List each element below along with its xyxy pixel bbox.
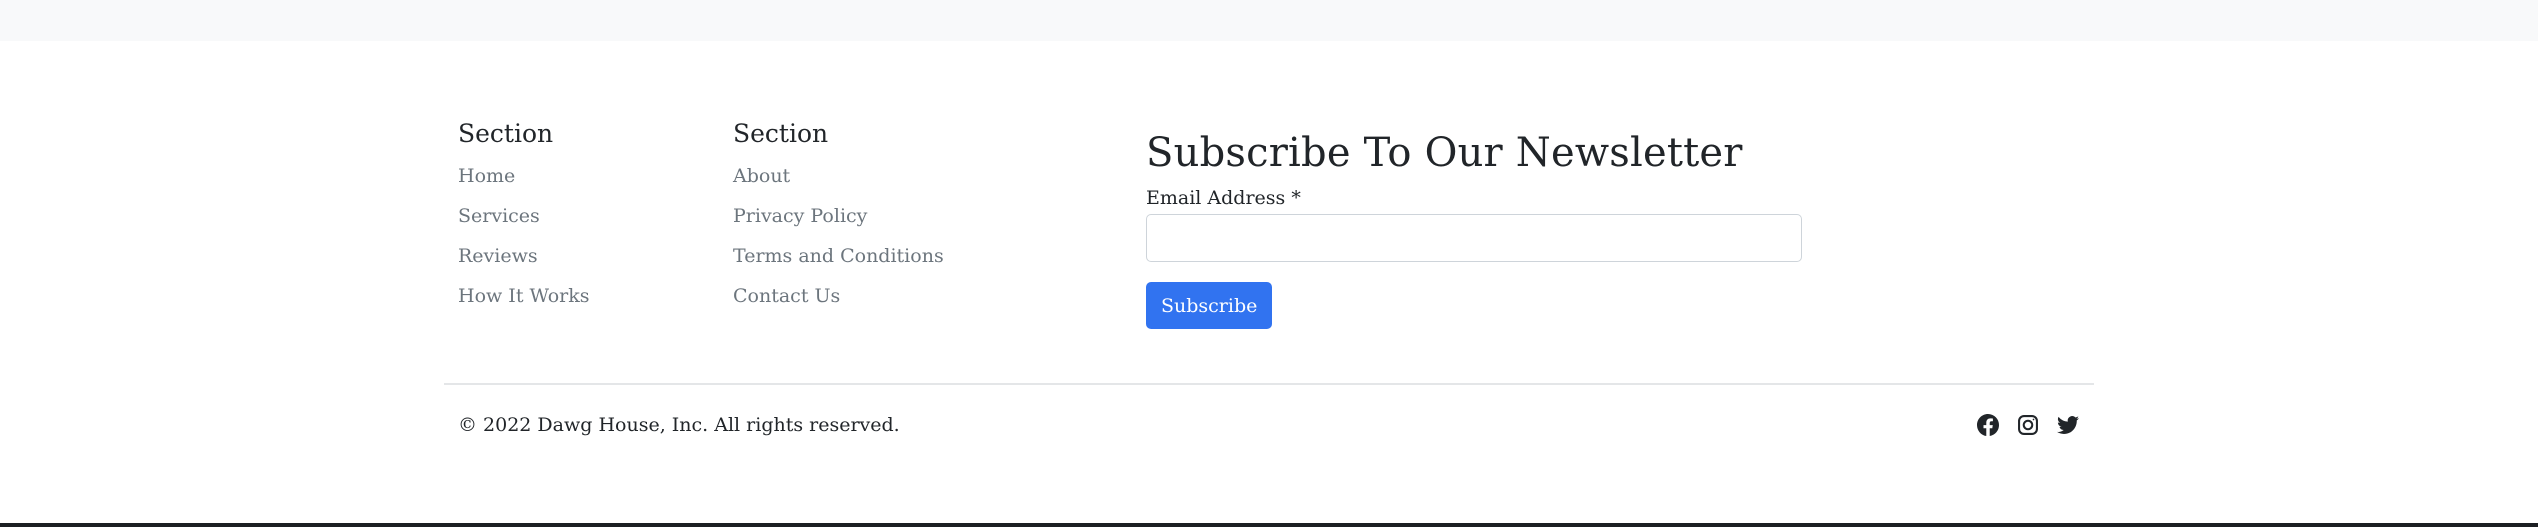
- list-item: Terms and Conditions: [733, 241, 944, 281]
- footer-link-list: Home Services Reviews How It Works: [458, 161, 590, 321]
- list-item: About: [733, 161, 944, 201]
- footer-section-heading: Section: [733, 119, 829, 148]
- list-item: Reviews: [458, 241, 590, 281]
- footer-section-heading: Section: [458, 119, 554, 148]
- footer-section-2: Section About Privacy Policy Terms and C…: [733, 119, 944, 321]
- footer-link-list: About Privacy Policy Terms and Condition…: [733, 161, 944, 321]
- footer-link-how-it-works[interactable]: How It Works: [458, 285, 590, 307]
- copyright-text: © 2022 Dawg House, Inc. All rights reser…: [458, 414, 900, 436]
- footer-section-1: Section Home Services Reviews How It Wor…: [458, 119, 590, 321]
- page-top-band: [0, 0, 2538, 41]
- list-item: How It Works: [458, 281, 590, 321]
- footer-link-privacy-policy[interactable]: Privacy Policy: [733, 205, 867, 227]
- list-item: Home: [458, 161, 590, 201]
- social-links: [1977, 414, 2079, 436]
- footer-link-services[interactable]: Services: [458, 205, 540, 227]
- newsletter-form: Subscribe To Our Newsletter Email Addres…: [1146, 127, 1802, 329]
- newsletter-title: Subscribe To Our Newsletter: [1146, 130, 1743, 176]
- list-item: Privacy Policy: [733, 201, 944, 241]
- twitter-icon[interactable]: [2057, 414, 2079, 436]
- facebook-icon[interactable]: [1977, 414, 1999, 436]
- email-label: Email Address *: [1146, 187, 1301, 209]
- list-item: Services: [458, 201, 590, 241]
- footer-link-reviews[interactable]: Reviews: [458, 245, 538, 267]
- list-item: Contact Us: [733, 281, 944, 321]
- footer-divider: [444, 383, 2094, 385]
- page-bottom-border: [0, 523, 2538, 527]
- instagram-icon[interactable]: [2017, 414, 2039, 436]
- email-field[interactable]: [1146, 214, 1802, 262]
- site-footer: Section Home Services Reviews How It Wor…: [0, 41, 2538, 523]
- subscribe-button[interactable]: Subscribe: [1146, 282, 1273, 329]
- footer-link-home[interactable]: Home: [458, 165, 515, 187]
- footer-link-terms[interactable]: Terms and Conditions: [733, 245, 944, 267]
- footer-link-contact-us[interactable]: Contact Us: [733, 285, 840, 307]
- footer-link-about[interactable]: About: [733, 165, 790, 187]
